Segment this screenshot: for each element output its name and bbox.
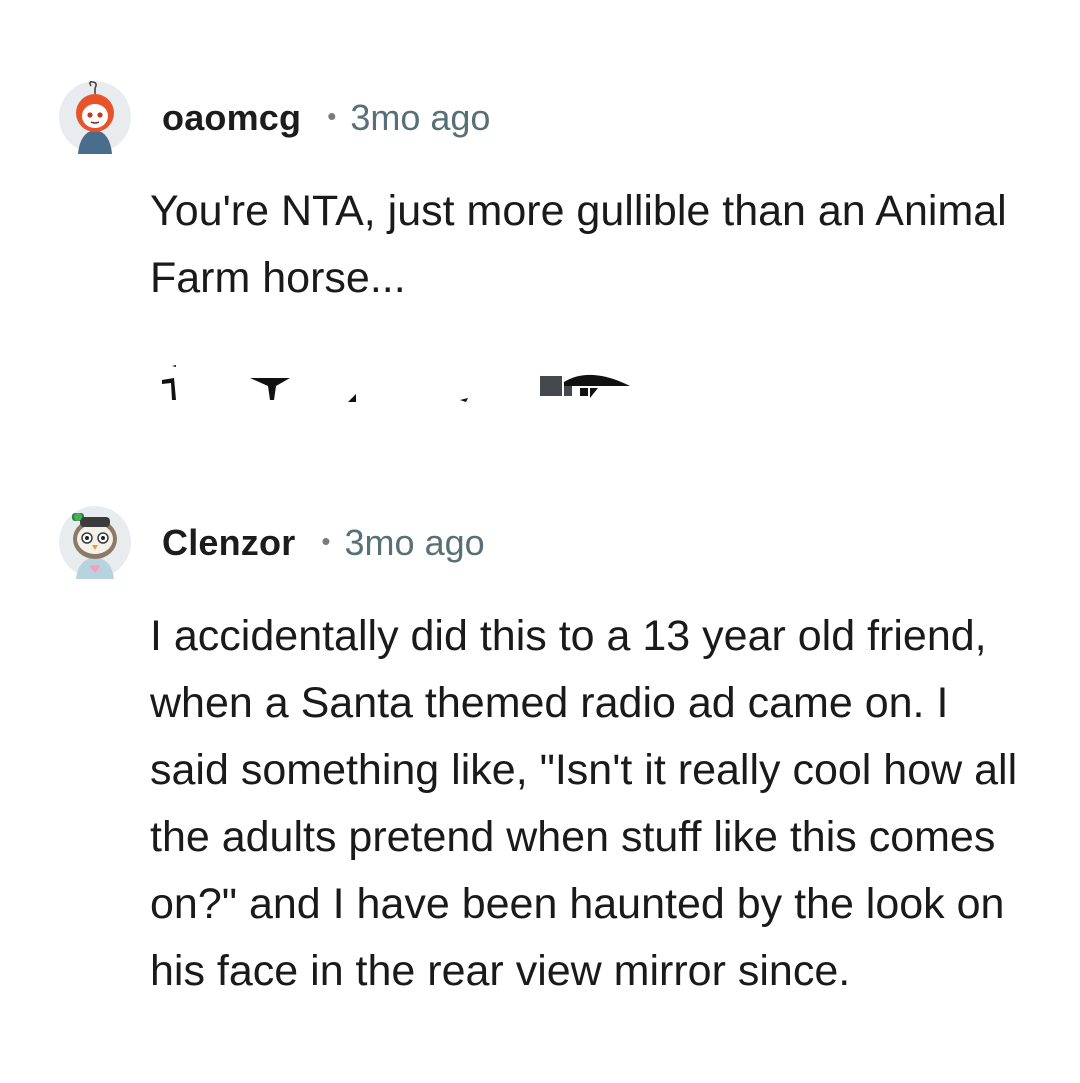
award-icon-fragment [540, 376, 562, 396]
comment-action-bar [150, 358, 670, 408]
username[interactable]: Clenzor [162, 522, 295, 564]
user-avatar-icon[interactable] [58, 505, 132, 579]
comment-body: I accidentally did this to a 13 year old… [150, 612, 1018, 995]
upvote-icon-fragment [162, 378, 176, 400]
comment-meta: Clenzor • 3mo ago [162, 521, 485, 565]
timestamp[interactable]: 3mo ago [345, 522, 485, 564]
downvote-icon-fragment [250, 378, 290, 400]
username[interactable]: oaomcg [162, 97, 301, 139]
separator-dot: • [321, 525, 331, 556]
action-bar-fragments [162, 365, 630, 402]
comment-meta: oaomcg • 3mo ago [162, 96, 490, 140]
comment-body: You're NTA, just more gullible than an A… [150, 187, 1007, 302]
snoo-avatar-owl-mask-icon [59, 506, 131, 579]
timestamp[interactable]: 3mo ago [350, 97, 490, 139]
snoo-avatar-red-hood-icon [59, 81, 131, 154]
share-icon-fragment [460, 398, 468, 402]
separator-dot: • [327, 100, 337, 131]
reply-icon-fragment [348, 394, 356, 402]
user-avatar-icon[interactable] [58, 80, 132, 154]
